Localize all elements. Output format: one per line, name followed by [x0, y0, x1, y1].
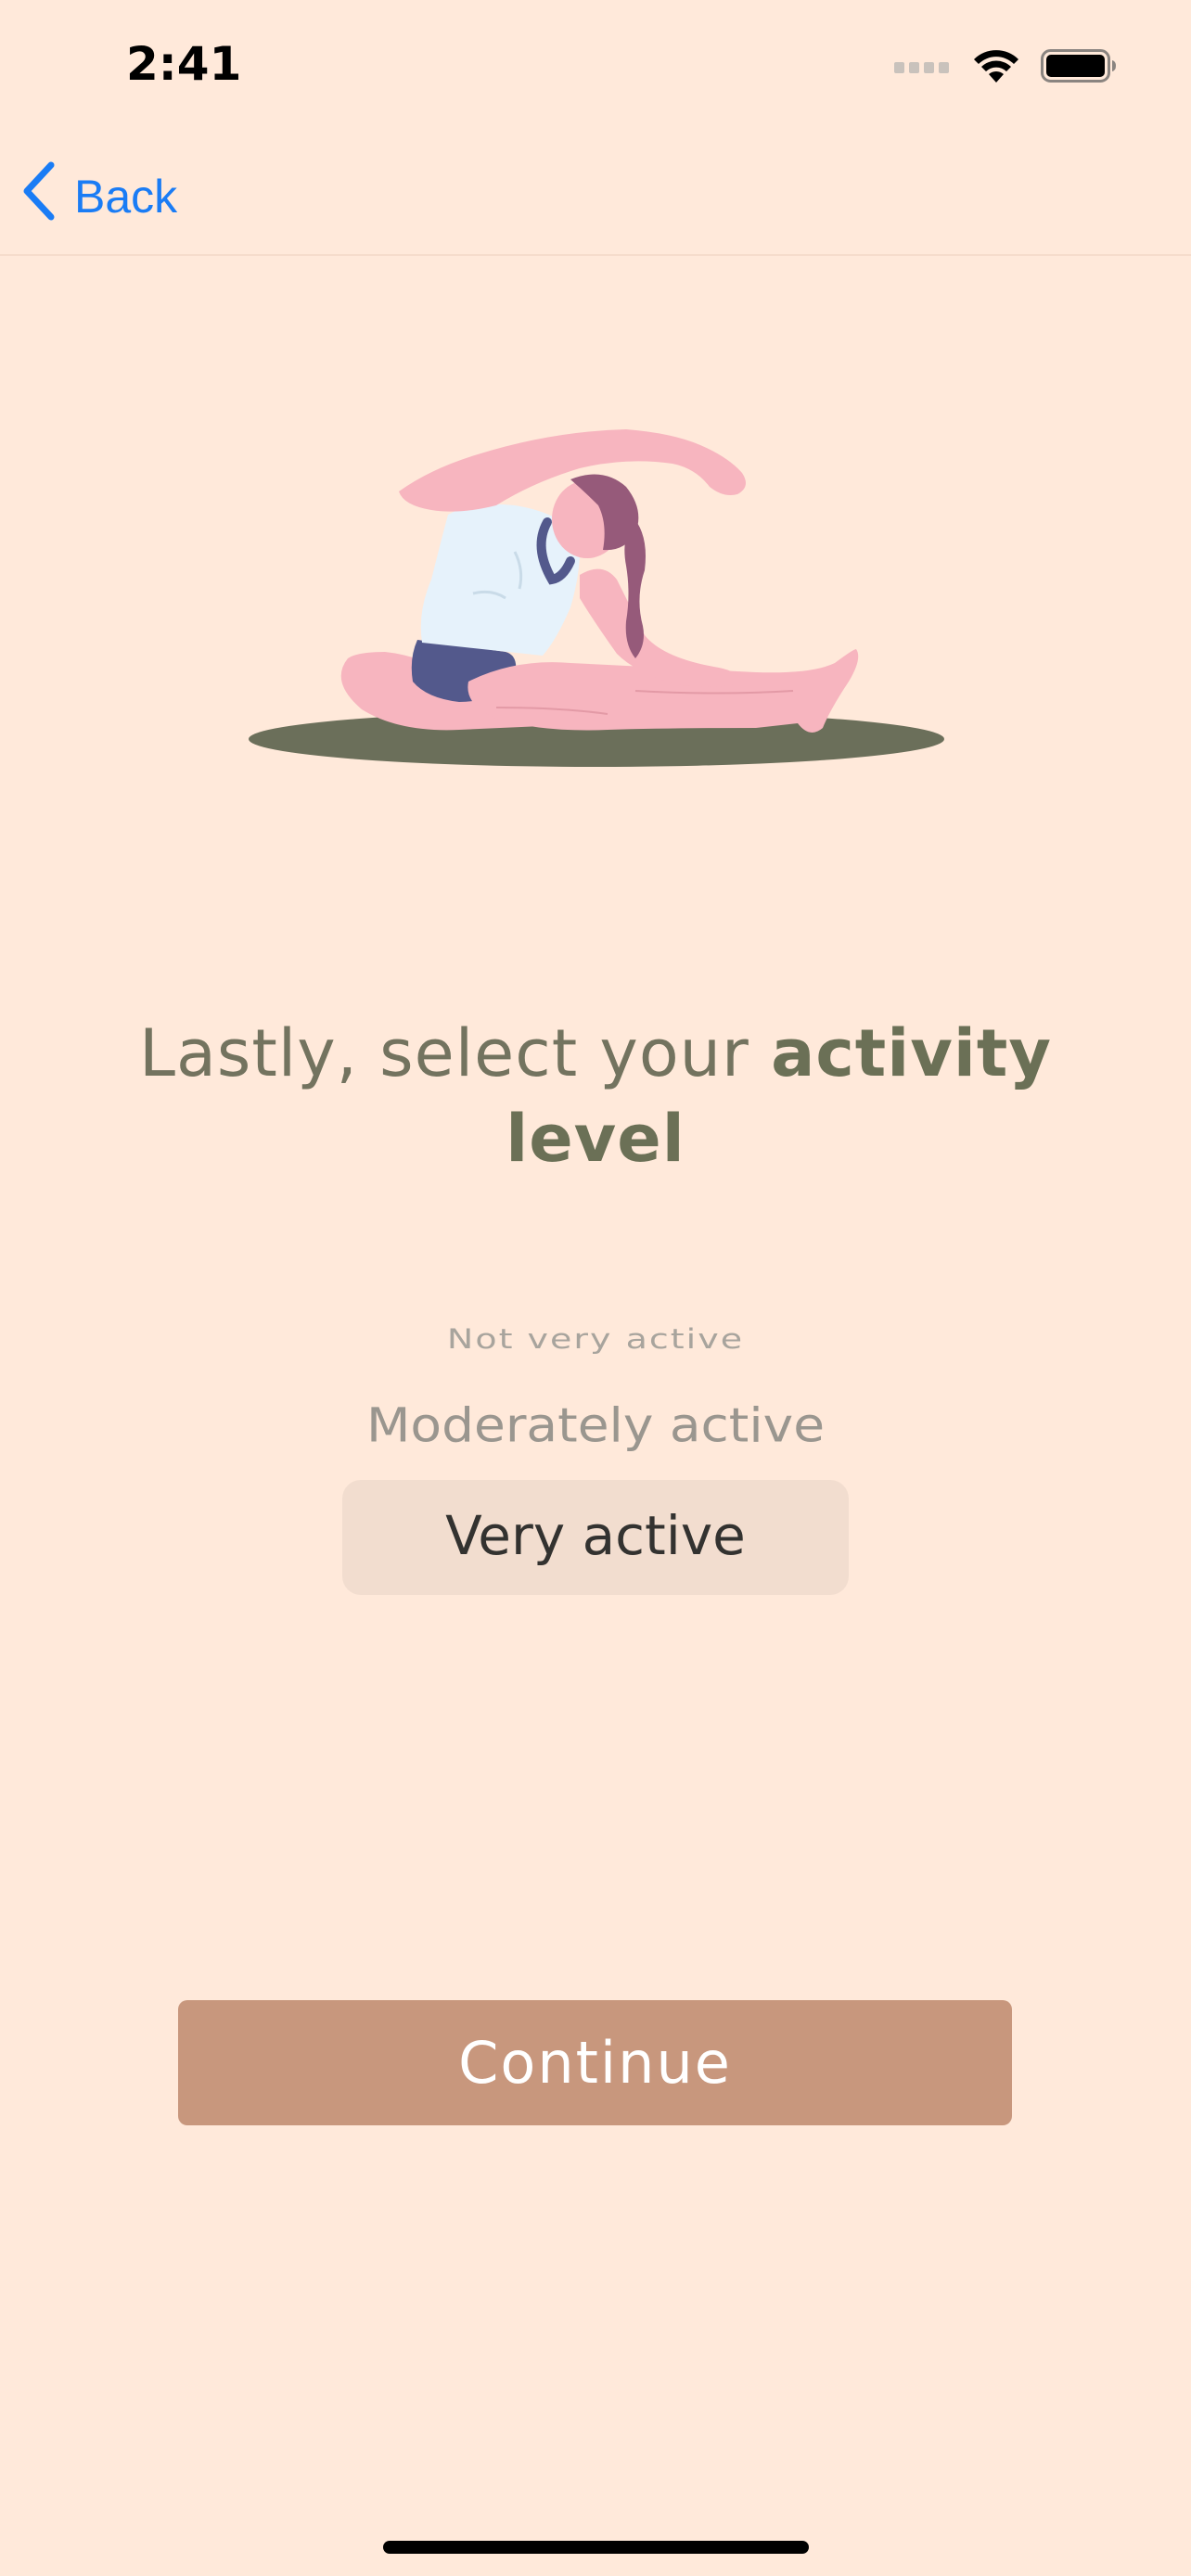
status-time: 2:41 [126, 37, 242, 91]
battery-icon [1041, 47, 1117, 89]
wifi-icon [972, 47, 1020, 89]
navigation-bar: Back [0, 139, 1191, 256]
chevron-left-icon [20, 161, 58, 232]
yoga-woman-stretching-illustration [237, 413, 960, 784]
heading-bold-text-1: activity [771, 1015, 1052, 1091]
picker-option-selected[interactable]: Very active [0, 1504, 1191, 1567]
activity-level-picker[interactable]: Not very active Moderately active Very a… [0, 1298, 1191, 1623]
picker-option[interactable]: Not very active [0, 1323, 1191, 1355]
continue-button[interactable]: Continue [178, 2000, 1012, 2125]
heading-light-text: Lastly, select your [139, 1015, 772, 1091]
page-heading: Lastly, select your activity level [111, 1011, 1080, 1181]
home-indicator [383, 2541, 809, 2554]
heading-bold-text-2: level [506, 1101, 685, 1177]
status-bar: 2:41 [0, 0, 1191, 139]
status-icons [894, 45, 1117, 91]
cellular-signal-icon [894, 57, 952, 80]
back-button[interactable]: Back [20, 159, 177, 234]
picker-option[interactable]: Moderately active [0, 1397, 1191, 1453]
back-label: Back [74, 171, 178, 223]
